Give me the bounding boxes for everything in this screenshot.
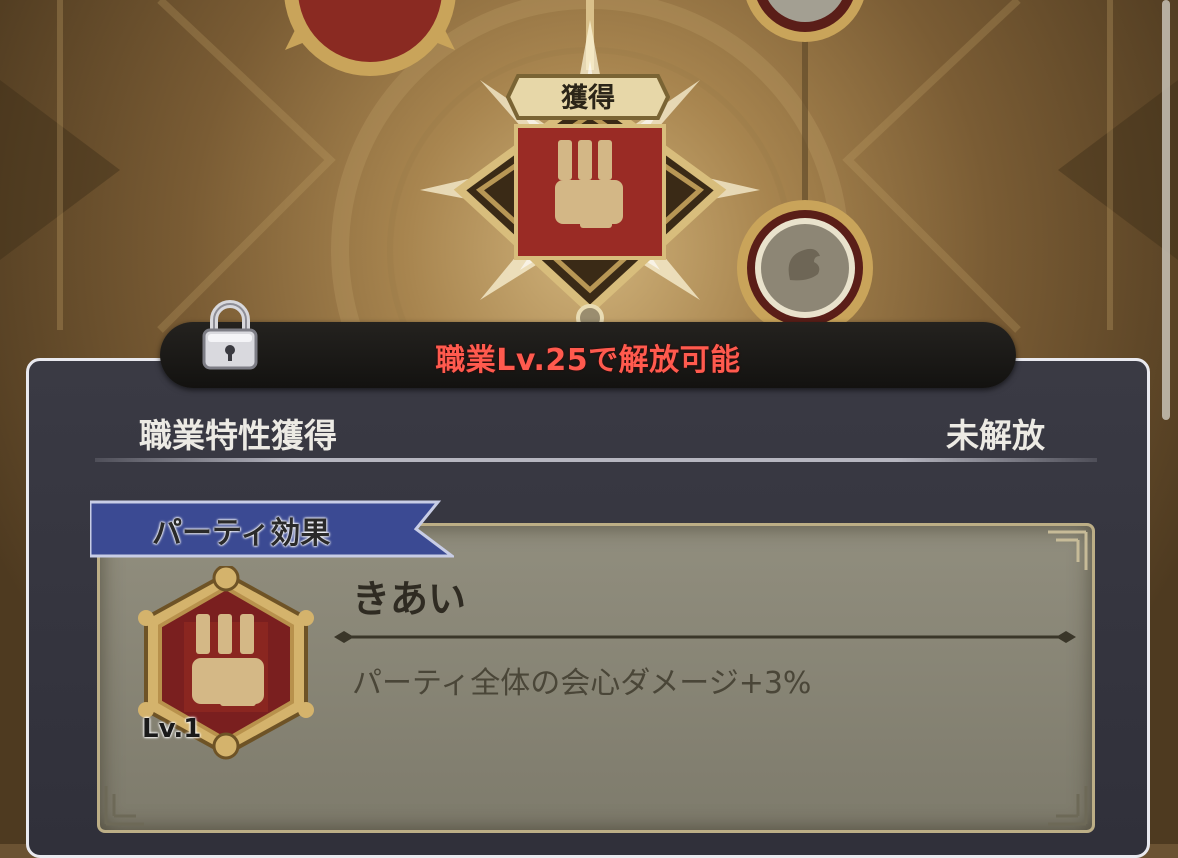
corner-ornament-icon bbox=[104, 786, 144, 826]
skill-node-right[interactable] bbox=[737, 200, 873, 336]
skill-description: パーティ全体の会心ダメージ+3% bbox=[352, 666, 812, 701]
category-label: パーティ効果 bbox=[152, 516, 331, 551]
status-label: 未解放 bbox=[946, 416, 1045, 455]
padlock-icon bbox=[202, 300, 258, 370]
scrollbar[interactable] bbox=[1162, 0, 1170, 420]
unlock-requirement-text: 職業Lv.25で解放可能 bbox=[435, 343, 741, 378]
obtained-label: 獲得 bbox=[561, 83, 615, 114]
ornate-divider bbox=[334, 631, 1076, 643]
header-divider bbox=[95, 458, 1097, 462]
panel-title: 職業特性獲得 bbox=[139, 416, 337, 455]
medal-level: Lv.1 bbox=[142, 714, 202, 744]
corner-ornament-icon bbox=[1048, 786, 1088, 826]
skill-node-top-right[interactable] bbox=[743, 0, 867, 42]
unlock-requirement-banner: 職業Lv.25で解放可能 bbox=[160, 322, 1016, 388]
panel-header: 職業特性獲得 未解放 bbox=[29, 409, 1147, 459]
corner-ornament-icon bbox=[1048, 530, 1088, 570]
skill-name: きあい bbox=[352, 577, 467, 621]
skill-node-center[interactable] bbox=[453, 90, 727, 332]
